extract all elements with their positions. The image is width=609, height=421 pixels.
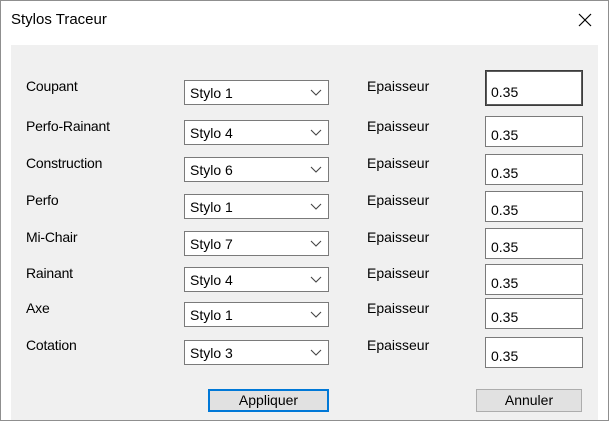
pen-select-value: Stylo 4 [190,272,233,288]
thickness-label: Epaisseur [367,192,430,208]
close-icon [578,13,592,27]
dialog-window: Stylos Traceur Coupant Stylo 1 Epaisseur… [0,0,609,421]
thickness-value: 0.35 [491,348,519,364]
thickness-input[interactable]: 0.35 [485,116,583,147]
pen-select-value: Stylo 4 [190,125,233,141]
pen-select-value: Stylo 1 [190,85,233,101]
row-label: Construction [26,155,103,171]
thickness-value: 0.35 [491,275,519,291]
cancel-button[interactable]: Annuler [476,389,582,412]
thickness-value: 0.35 [491,127,519,143]
thickness-label: Epaisseur [367,229,430,245]
pen-select[interactable]: Stylo 1 [184,302,329,327]
thickness-input[interactable]: 0.35 [485,154,583,185]
row-label: Cotation [26,337,77,353]
thickness-value: 0.35 [491,165,519,181]
pen-select-value: Stylo 1 [190,307,233,323]
pen-select-value: Stylo 6 [190,162,233,178]
thickness-value: 0.35 [491,202,519,218]
chevron-down-icon [310,166,322,173]
thickness-input[interactable]: 0.35 [485,228,583,259]
thickness-input[interactable]: 0.35 [485,264,583,295]
pen-row-cotation: Cotation Stylo 3 Epaisseur 0.35 [11,337,598,380]
pen-select-value: Stylo 3 [190,345,233,361]
chevron-down-icon [310,89,322,96]
thickness-value: 0.35 [491,309,519,325]
pen-select[interactable]: Stylo 4 [184,267,329,292]
thickness-label: Epaisseur [367,155,430,171]
row-label: Axe [26,300,50,316]
pen-select[interactable]: Stylo 1 [184,194,329,219]
row-label: Coupant [26,78,78,94]
thickness-label: Epaisseur [367,78,430,94]
chevron-down-icon [310,276,322,283]
chevron-down-icon [310,240,322,247]
thickness-value: 0.35 [491,239,519,255]
pen-select[interactable]: Stylo 3 [184,340,329,365]
thickness-label: Epaisseur [367,265,430,281]
apply-button[interactable]: Appliquer [208,389,329,412]
pen-select[interactable]: Stylo 7 [184,231,329,256]
dialog-client-area: Coupant Stylo 1 Epaisseur 0.35 Perfo-Rai… [11,45,598,420]
thickness-input[interactable]: 0.35 [485,70,583,106]
chevron-down-icon [310,349,322,356]
thickness-label: Epaisseur [367,337,430,353]
window-title: Stylos Traceur [11,11,107,28]
row-label: Perfo-Rainant [26,118,110,134]
chevron-down-icon [310,311,322,318]
chevron-down-icon [310,129,322,136]
title-bar[interactable]: Stylos Traceur [1,1,608,39]
pen-select-value: Stylo 1 [190,199,233,215]
thickness-input[interactable]: 0.35 [485,191,583,222]
thickness-value: 0.35 [491,84,519,100]
thickness-label: Epaisseur [367,118,430,134]
row-label: Rainant [26,265,73,281]
close-button[interactable] [562,1,608,39]
pen-select-value: Stylo 7 [190,236,233,252]
row-label: Mi-Chair [26,229,78,245]
row-label: Perfo [26,192,59,208]
thickness-label: Epaisseur [367,300,430,316]
pen-row-coupant: Coupant Stylo 1 Epaisseur 0.35 [11,70,598,121]
pen-select[interactable]: Stylo 1 [184,80,329,105]
chevron-down-icon [310,203,322,210]
thickness-input[interactable]: 0.35 [485,298,583,329]
pen-select[interactable]: Stylo 4 [184,120,329,145]
thickness-input[interactable]: 0.35 [485,337,583,368]
pen-select[interactable]: Stylo 6 [184,157,329,182]
